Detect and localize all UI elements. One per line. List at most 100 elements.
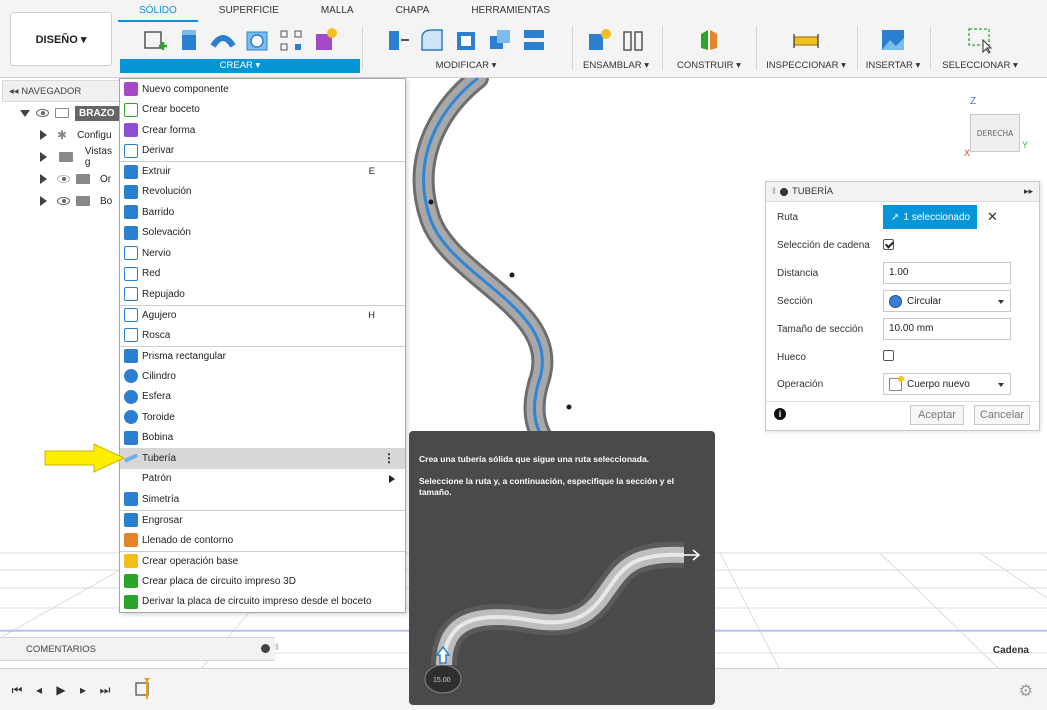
select-icon[interactable] (967, 26, 993, 54)
menu-item-pipe[interactable]: Tubería ⋮ (120, 448, 405, 469)
menu-item-thicken[interactable]: Engrosar (120, 509, 405, 531)
menu-item-base-feature[interactable]: Crear operación base (120, 550, 405, 572)
menu-item-revolve[interactable]: Revolución (120, 182, 405, 203)
group-label-construir[interactable]: CONSTRUIR ▾ (666, 59, 752, 73)
navigator-header[interactable]: ◂◂ NAVEGADOR (2, 80, 120, 102)
menu-item-cylinder[interactable]: Cilindro (120, 366, 405, 387)
group-label-modificar[interactable]: MODIFICAR ▾ (366, 59, 566, 73)
menu-item-pcb-derive[interactable]: Derivar la placa de circuito impreso des… (120, 592, 405, 613)
tab-herramientas[interactable]: HERRAMIENTAS (450, 0, 571, 22)
combine-icon[interactable] (487, 26, 513, 54)
menu-item-rib[interactable]: Nervio (120, 243, 405, 264)
section-size-input[interactable]: 10.00 mm (883, 318, 1011, 340)
clear-selection-icon[interactable]: ✕ (987, 209, 998, 225)
group-label-ensamblar[interactable]: ENSAMBLAR ▾ (576, 59, 656, 73)
revolve-icon[interactable] (210, 26, 236, 54)
tab-superficie[interactable]: SUPERFICIE (198, 0, 300, 22)
split-icon[interactable] (521, 26, 547, 54)
step-forward-icon[interactable]: ▸ (76, 683, 90, 697)
ok-button[interactable]: Aceptar (910, 405, 964, 425)
go-start-icon[interactable]: ⏮ (10, 683, 24, 697)
offset-plane-icon[interactable] (696, 26, 722, 54)
menu-item-extrude[interactable]: Extruir E (120, 161, 405, 182)
hollow-checkbox[interactable] (883, 350, 894, 361)
menu-item-sweep[interactable]: Barrido (120, 202, 405, 223)
panel-divider-handle[interactable]: ‖ (275, 642, 279, 653)
operation-select[interactable]: Cuerpo nuevo (883, 373, 1011, 395)
group-label-seleccionar[interactable]: SELECCIONAR ▾ (933, 59, 1027, 73)
menu-item-new-component[interactable]: Nuevo componente (120, 79, 405, 100)
menu-item-box[interactable]: Prisma rectangular (120, 345, 405, 367)
cancel-button[interactable]: Cancelar (974, 405, 1030, 425)
go-end-icon[interactable]: ⏭ (98, 683, 112, 697)
group-label-inspeccionar[interactable]: INSPECCIONAR ▾ (760, 59, 852, 73)
expand-icon[interactable] (40, 152, 47, 162)
view-cube[interactable]: Z X Y DERECHA (960, 96, 1030, 162)
group-label-insertar[interactable]: INSERTAR ▾ (860, 59, 926, 73)
menu-item-hole[interactable]: Agujero H (120, 304, 405, 326)
menu-item-coil[interactable]: Bobina (120, 428, 405, 449)
hole-icon[interactable] (244, 26, 270, 54)
chain-selection-checkbox[interactable] (883, 239, 894, 250)
expand-icon[interactable] (40, 130, 47, 140)
visibility-icon[interactable] (57, 197, 70, 205)
operation-value: Cuerpo nuevo (907, 378, 970, 390)
expand-panel-icon[interactable]: ▸▸ (1024, 186, 1033, 197)
insert-image-icon[interactable] (880, 26, 906, 54)
menu-item-emboss[interactable]: Repujado (120, 284, 405, 305)
section-select[interactable]: Circular (883, 290, 1011, 312)
tree-root[interactable]: BRAZO (2, 102, 120, 124)
menu-item-web[interactable]: Red (120, 264, 405, 285)
joint-icon[interactable] (620, 26, 646, 54)
collapse-icon[interactable] (779, 187, 788, 196)
tree-item-origin[interactable]: Or (2, 168, 120, 190)
info-icon[interactable]: i (774, 408, 786, 420)
extrude-icon[interactable] (176, 26, 202, 54)
menu-item-mirror[interactable]: Simetría (120, 489, 405, 510)
distance-input[interactable]: 1.00 (883, 262, 1011, 284)
menu-item-pattern[interactable]: Patrón (120, 469, 405, 490)
menu-item-boundary-fill[interactable]: Llenado de contorno (120, 530, 405, 551)
shell-icon[interactable] (453, 26, 479, 54)
timeline-sketch-icon[interactable] (134, 677, 156, 701)
menu-item-loft[interactable]: Solevación (120, 223, 405, 244)
expand-icon[interactable] (40, 196, 47, 206)
menu-item-sphere[interactable]: Esfera (120, 387, 405, 408)
view-cube-face[interactable]: DERECHA (970, 114, 1020, 152)
more-options-icon[interactable]: ⋮ (383, 451, 395, 465)
workspace-switcher[interactable]: DISEÑO ▾ (10, 12, 112, 66)
menu-item-label: Rosca (142, 329, 171, 341)
expand-icon[interactable] (20, 109, 30, 117)
menu-item-thread[interactable]: Rosca (120, 325, 405, 346)
fillet-icon[interactable] (419, 26, 445, 54)
play-icon[interactable]: ▶ (54, 683, 68, 697)
press-pull-icon[interactable] (385, 26, 411, 54)
tab-chapa[interactable]: CHAPA (375, 0, 451, 22)
menu-item-sketch[interactable]: Crear boceto (120, 100, 405, 121)
drag-handle-icon[interactable]: ‖ (772, 186, 776, 197)
group-label-crear[interactable]: CREAR ▾ (120, 59, 360, 73)
tree-item-views[interactable]: Vistas g (2, 146, 120, 168)
new-component-icon[interactable] (312, 26, 338, 54)
new-component-assembly-icon[interactable] (586, 26, 612, 54)
tree-item-bodies[interactable]: Bo (2, 190, 120, 212)
visibility-icon[interactable] (36, 109, 49, 117)
visibility-off-icon[interactable] (57, 175, 70, 183)
expand-icon[interactable] (40, 174, 47, 184)
menu-item-form[interactable]: Crear forma (120, 120, 405, 141)
menu-item-pcb[interactable]: Crear placa de circuito impreso 3D (120, 571, 405, 592)
pipe-dialog-header[interactable]: ‖ TUBERÍA ▸▸ (766, 182, 1039, 202)
tab-solido[interactable]: SÓLIDO (118, 0, 198, 22)
measure-icon[interactable] (793, 26, 819, 54)
path-select-button[interactable]: ➚ 1 seleccionado (883, 205, 977, 229)
comments-bar[interactable]: COMENTARIOS ‖ (0, 637, 279, 661)
add-comment-icon[interactable] (261, 644, 270, 653)
pattern-icon[interactable] (278, 26, 304, 54)
settings-gear-icon[interactable]: ⚙ (1019, 681, 1033, 701)
menu-item-torus[interactable]: Toroide (120, 407, 405, 428)
tab-malla[interactable]: MALLA (300, 0, 375, 22)
step-back-icon[interactable]: ◂ (32, 683, 46, 697)
create-sketch-icon[interactable] (142, 26, 168, 54)
tree-item-config[interactable]: ✱ Configu (2, 124, 120, 146)
menu-item-derive[interactable]: Derivar (120, 141, 405, 162)
